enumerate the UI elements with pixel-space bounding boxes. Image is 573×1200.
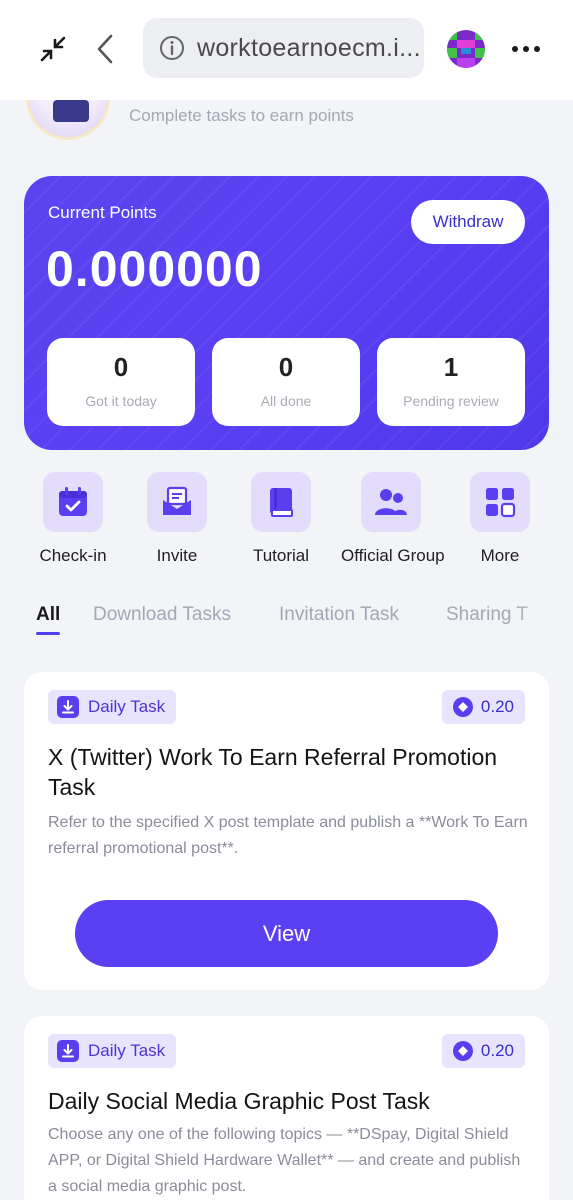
stat-label: Pending review bbox=[403, 393, 499, 409]
stat-label: All done bbox=[260, 393, 312, 409]
current-points-value: 0.000000 bbox=[46, 241, 263, 297]
badge-label: Daily Task bbox=[88, 697, 166, 716]
back-arrow-icon[interactable] bbox=[90, 30, 120, 68]
task-title: X (Twitter) Work To Earn Referral Promot… bbox=[48, 744, 498, 800]
task-description: Refer to the specified X post template a… bbox=[48, 814, 528, 857]
stat-pending-review: 1 Pending review bbox=[377, 338, 525, 426]
stat-label: Got it today bbox=[85, 393, 157, 409]
badge-label: Daily Task bbox=[88, 1041, 166, 1060]
quick-action-label: Tutorial bbox=[252, 546, 310, 565]
tab-all[interactable]: All bbox=[36, 604, 61, 635]
quick-action-more[interactable]: More bbox=[450, 472, 550, 566]
calendar-check-icon bbox=[43, 472, 103, 532]
gem-icon bbox=[452, 1041, 473, 1061]
quick-action-check-in[interactable]: Check-in bbox=[23, 472, 123, 566]
quick-action-label: Official Group bbox=[341, 546, 445, 565]
reward-value: 0.20 bbox=[480, 697, 514, 716]
download-icon bbox=[57, 1040, 79, 1062]
reward-badge: 0.20 bbox=[441, 1034, 525, 1068]
quick-action-label: More bbox=[480, 546, 520, 565]
quick-action-label: Check-in bbox=[39, 546, 107, 565]
reward-value: 0.20 bbox=[480, 1041, 514, 1060]
reward-badge: 0.20 bbox=[441, 690, 525, 724]
tab-download-tasks[interactable]: Download Tasks bbox=[93, 604, 231, 626]
info-icon[interactable] bbox=[159, 35, 185, 61]
quick-action-label: Invite bbox=[156, 546, 198, 565]
task-tabs: All Download Tasks Invitation Task Shari… bbox=[36, 604, 573, 644]
tab-label: All bbox=[36, 604, 61, 625]
url-text: worktoearnoecm.i... bbox=[197, 33, 421, 62]
envelope-icon bbox=[147, 472, 207, 532]
tab-invitation-task[interactable]: Invitation Task bbox=[279, 604, 399, 626]
book-icon bbox=[251, 472, 311, 532]
view-button[interactable]: View bbox=[75, 900, 498, 967]
task-type-badge: Daily Task bbox=[48, 690, 177, 724]
more-dots-icon[interactable] bbox=[508, 32, 544, 66]
active-tab-indicator bbox=[36, 632, 60, 635]
quick-action-official-group[interactable]: Official Group bbox=[341, 472, 445, 566]
stat-all-done: 0 All done bbox=[212, 338, 360, 426]
current-points-label: Current Points bbox=[48, 203, 157, 222]
task-title: Daily Social Media Graphic Post Task bbox=[48, 1088, 430, 1114]
page-subtitle: Complete tasks to earn points bbox=[129, 106, 354, 125]
quick-action-tutorial[interactable]: Tutorial bbox=[231, 472, 331, 566]
download-icon bbox=[57, 696, 79, 718]
gem-icon bbox=[452, 697, 473, 717]
task-card: Daily Task 0.20 Daily Social Media Graph… bbox=[24, 1016, 549, 1200]
withdraw-button[interactable]: Withdraw bbox=[411, 200, 525, 244]
avatar[interactable] bbox=[447, 30, 485, 68]
stat-value: 0 bbox=[278, 352, 294, 382]
task-type-badge: Daily Task bbox=[48, 1034, 177, 1068]
stat-value: 0 bbox=[113, 352, 129, 382]
shrink-icon[interactable] bbox=[36, 32, 70, 66]
points-card: Current Points 0.000000 Withdraw 0 Got i… bbox=[24, 176, 549, 450]
quick-action-invite[interactable]: Invite bbox=[127, 472, 227, 566]
url-bar[interactable]: worktoearnoecm.i... bbox=[143, 18, 424, 78]
stat-got-today: 0 Got it today bbox=[47, 338, 195, 426]
task-description: Choose any one of the following topics —… bbox=[48, 1126, 521, 1195]
group-icon bbox=[361, 472, 421, 532]
grid-icon bbox=[470, 472, 530, 532]
browser-toolbar: worktoearnoecm.i... bbox=[0, 0, 573, 100]
task-card: Daily Task 0.20 X (Twitter) Work To Earn… bbox=[24, 672, 549, 990]
stat-value: 1 bbox=[443, 352, 459, 382]
